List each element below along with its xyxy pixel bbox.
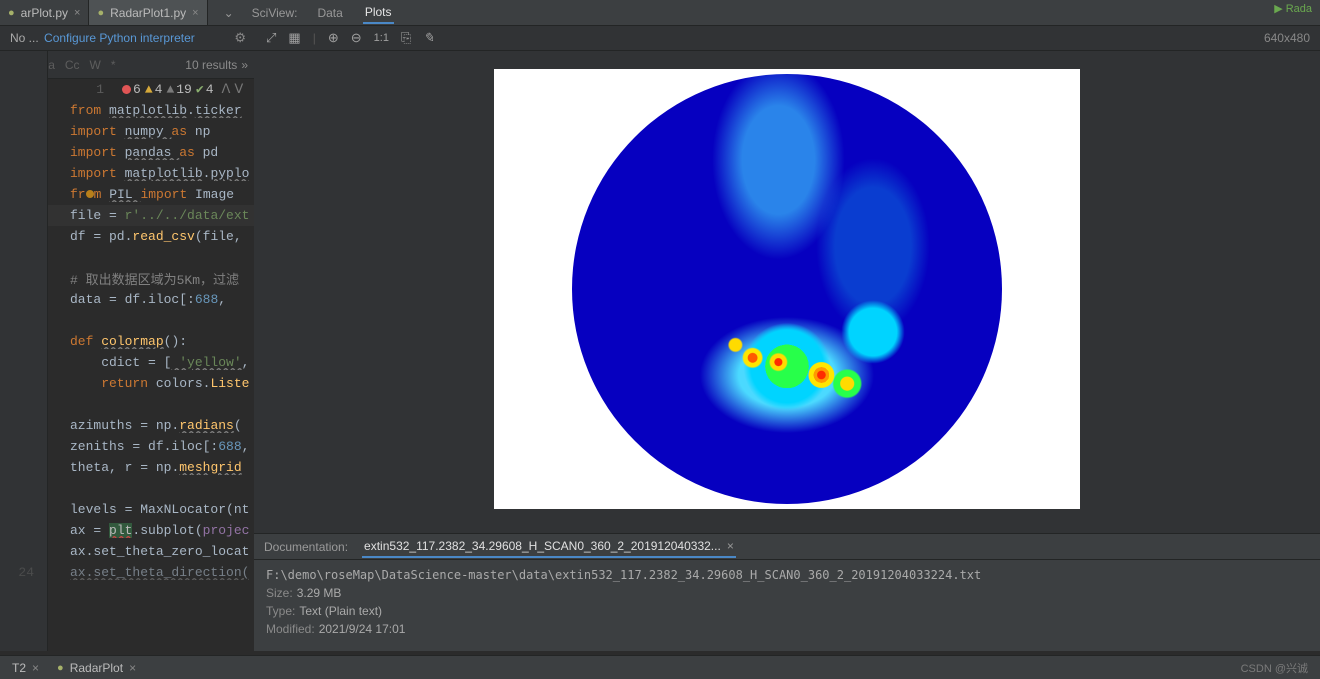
- doc-modified-label: Modified:: [266, 622, 315, 636]
- file-tab-radarplot1[interactable]: ● RadarPlot1.py ×: [89, 0, 207, 25]
- code-editor[interactable]: 🔍 Aa Cc W * 10 results » 1 6 ▲4 ▲19 ✔4 ᐱ…: [0, 51, 254, 651]
- interpreter-warning-bar: No ... Configure Python interpreter ⚙: [0, 30, 254, 46]
- documentation-tab-label: extin532_117.2382_34.29608_H_SCAN0_360_2…: [364, 539, 721, 553]
- plot-viewer[interactable]: [254, 51, 1320, 533]
- search-result-count: 10 results: [185, 58, 237, 72]
- close-icon[interactable]: ×: [74, 7, 80, 19]
- error-count: 6: [133, 82, 141, 97]
- gear-icon[interactable]: ⚙: [234, 30, 246, 46]
- file-tab-label: arPlot.py: [21, 6, 68, 20]
- grid-icon[interactable]: ▦: [288, 30, 300, 46]
- editor-gutter: [0, 51, 48, 651]
- doc-modified-value: 2021/9/24 17:01: [319, 622, 406, 636]
- warning-badge-icon: ▲: [145, 82, 153, 97]
- doc-type-value: Text (Plain text): [299, 604, 382, 618]
- plot-canvas: [494, 69, 1080, 509]
- fit-icon[interactable]: ⤢: [266, 30, 276, 46]
- close-icon[interactable]: ×: [192, 7, 198, 19]
- ok-badge-icon: ✔: [196, 82, 204, 97]
- python-icon: ●: [97, 7, 104, 19]
- picker-icon[interactable]: ✎: [423, 30, 434, 46]
- more-icon[interactable]: »: [241, 58, 248, 72]
- sciview-label: SciView:: [252, 6, 298, 20]
- python-icon: ●: [8, 7, 15, 19]
- documentation-panel: Documentation: extin532_117.2382_34.2960…: [254, 533, 1320, 651]
- python-icon: ●: [57, 662, 64, 674]
- doc-size-label: Size:: [266, 586, 293, 600]
- bottom-tab-radarplot[interactable]: ● RadarPlot ×: [57, 661, 136, 675]
- weak-warning-badge-icon: ▲: [166, 82, 174, 97]
- char-class-toggle[interactable]: Cc: [65, 58, 80, 72]
- close-icon[interactable]: ×: [727, 539, 734, 553]
- file-tab-label: RadarPlot1.py: [110, 6, 186, 20]
- plot-dimensions-label: 640x480: [1264, 31, 1310, 45]
- error-badge-icon: [122, 85, 131, 94]
- doc-path: F:\demo\roseMap\DataScience-master\data\…: [266, 568, 1308, 582]
- zoom-in-icon[interactable]: ⊕: [328, 30, 339, 46]
- ok-count: 4: [206, 82, 214, 97]
- bottom-tab-t2[interactable]: T2×: [12, 661, 39, 675]
- interp-prefix: No ...: [10, 31, 39, 45]
- documentation-label: Documentation:: [264, 540, 348, 554]
- copy-icon[interactable]: ⎘: [401, 30, 411, 46]
- one-to-one-button[interactable]: 1:1: [374, 32, 389, 44]
- chevron-down-icon[interactable]: ⌄: [224, 6, 234, 20]
- run-indicator: ▶ Rada: [1274, 2, 1312, 15]
- doc-size-value: 3.29 MB: [297, 586, 342, 600]
- doc-type-label: Type:: [266, 604, 295, 618]
- editor-tabbar: ● arPlot.py × ● RadarPlot1.py × ⌄ SciVie…: [0, 0, 1320, 26]
- words-toggle[interactable]: W: [90, 58, 101, 72]
- file-tab-arplot[interactable]: ● arPlot.py ×: [0, 0, 89, 25]
- documentation-tab[interactable]: extin532_117.2382_34.29608_H_SCAN0_360_2…: [362, 536, 736, 558]
- radar-plot-image: [572, 74, 1002, 504]
- zoom-out-icon[interactable]: ⊖: [351, 30, 362, 46]
- weak-warning-count: 19: [176, 82, 192, 97]
- regex-toggle[interactable]: *: [111, 58, 116, 72]
- tab-plots[interactable]: Plots: [363, 2, 394, 24]
- watermark-text: CSDN @兴诚: [1241, 660, 1308, 676]
- status-bar: T2× ● RadarPlot × CSDN @兴诚: [0, 655, 1320, 679]
- interp-configure-link[interactable]: Configure Python interpreter: [44, 31, 195, 45]
- tab-data[interactable]: Data: [315, 3, 344, 23]
- warning-count: 4: [155, 82, 163, 97]
